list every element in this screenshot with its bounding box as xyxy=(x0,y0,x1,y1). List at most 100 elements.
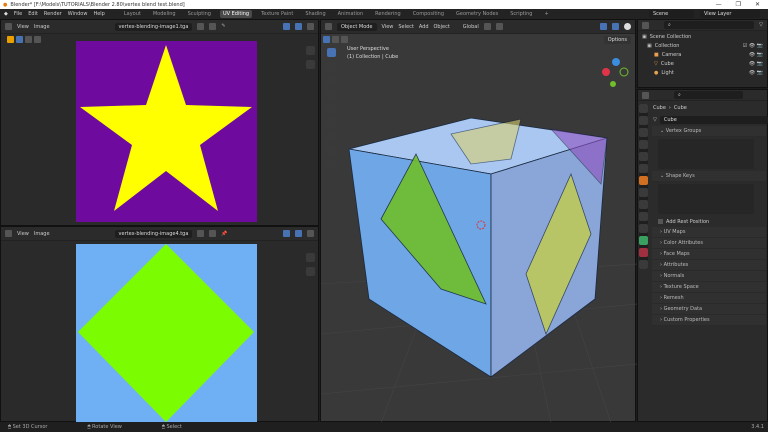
new-image-icon[interactable] xyxy=(197,23,205,30)
tab-shading[interactable]: Shading xyxy=(302,10,328,18)
outliner-row[interactable]: ▣ Scene Collection xyxy=(642,32,763,41)
editor-type-icon[interactable] xyxy=(642,91,649,99)
sync-selection-icon[interactable] xyxy=(7,36,14,43)
tab-uv-editing[interactable]: UV Editing xyxy=(219,10,253,18)
editor-type-icon[interactable] xyxy=(642,21,649,29)
axis-navigation-gizmo[interactable] xyxy=(602,58,629,87)
vertex-select-icon[interactable] xyxy=(16,36,23,43)
transform-tool-icon[interactable] xyxy=(327,118,336,127)
blender-menu-icon[interactable]: ◆ xyxy=(4,11,8,17)
panel-uv-maps[interactable]: › UV Maps xyxy=(652,227,766,238)
physics-tab-icon[interactable] xyxy=(639,212,648,221)
close-button[interactable]: ✕ xyxy=(755,1,760,8)
scale-tool-icon[interactable] xyxy=(327,104,336,113)
properties-editor[interactable]: ⌕ Cube › Cube ▽ Cube ⌄ Vertex Groups ⌄ Shap… xyxy=(637,89,768,422)
outliner-row[interactable]: ▽ Cube 👁 📷 xyxy=(642,59,763,68)
cursor-tool-icon[interactable] xyxy=(327,62,336,71)
annotate-tool-icon[interactable] xyxy=(327,132,336,141)
gizmo-icon[interactable] xyxy=(283,23,290,30)
select-box-mode-icon[interactable] xyxy=(323,36,330,43)
tab-layout[interactable]: Layout xyxy=(121,10,144,18)
add-menu[interactable]: Add xyxy=(419,24,429,30)
display-icon[interactable] xyxy=(307,230,314,237)
material-tab-icon[interactable] xyxy=(639,248,648,257)
menu-file[interactable]: File xyxy=(14,11,22,17)
panel-color-attributes[interactable]: › Color Attributes xyxy=(652,238,766,249)
pan-hand-icon[interactable] xyxy=(306,267,315,276)
add-workspace-button[interactable]: + xyxy=(541,10,551,18)
panel-face-maps[interactable]: › Face Maps xyxy=(652,249,766,260)
tab-animation[interactable]: Animation xyxy=(335,10,367,18)
output-tab-icon[interactable] xyxy=(639,128,648,137)
world-tab-icon[interactable] xyxy=(639,164,648,173)
snap-icon[interactable] xyxy=(495,23,503,30)
overlay-icon[interactable] xyxy=(295,230,302,237)
pin-icon[interactable]: 📌 xyxy=(221,231,227,237)
open-image-icon[interactable] xyxy=(209,230,217,237)
panel-texture-space[interactable]: › Texture Space xyxy=(652,282,766,293)
filter-icon[interactable]: ▽ xyxy=(759,22,763,28)
tab-geometry-nodes[interactable]: Geometry Nodes xyxy=(453,10,501,18)
image-name-field[interactable]: vertex-blending-image4.tga xyxy=(114,229,193,238)
editor-type-icon[interactable] xyxy=(5,230,12,237)
editor-type-icon[interactable] xyxy=(5,23,12,30)
add-cube-tool-icon[interactable] xyxy=(327,160,336,169)
modifier-tab-icon[interactable] xyxy=(639,188,648,197)
scene-tab-icon[interactable] xyxy=(639,152,648,161)
select-tool-icon[interactable] xyxy=(327,48,336,57)
panel-normals[interactable]: › Normals xyxy=(652,271,766,282)
display-icon[interactable] xyxy=(307,23,314,30)
gizmo-icon[interactable] xyxy=(283,230,290,237)
image-editor-bottom[interactable]: View Image vertex-blending-image4.tga 📌 xyxy=(0,226,319,423)
mesh-name-field[interactable]: Cube xyxy=(659,116,768,124)
visibility-icons[interactable]: ☑ 👁 📷 xyxy=(743,43,763,49)
outliner-search[interactable]: ⌕ xyxy=(664,21,755,29)
edge-select-icon[interactable] xyxy=(25,36,32,43)
face-select-icon[interactable] xyxy=(34,36,41,43)
view-layer-selector[interactable]: View Layer xyxy=(700,10,760,18)
measure-tool-icon[interactable] xyxy=(327,146,336,155)
zoom-icon[interactable] xyxy=(306,253,315,262)
rotate-tool-icon[interactable] xyxy=(327,90,336,99)
properties-search[interactable]: ⌕ xyxy=(674,91,743,99)
shape-keys-list[interactable] xyxy=(658,184,754,214)
options-dropdown[interactable]: Options xyxy=(603,36,631,44)
tab-scripting[interactable]: Scripting xyxy=(507,10,535,18)
scene-selector[interactable]: Scene xyxy=(649,10,694,18)
particles-tab-icon[interactable] xyxy=(639,200,648,209)
panel-remesh[interactable]: › Remesh xyxy=(652,293,766,304)
pin-icon[interactable]: ✎ xyxy=(221,23,228,30)
view-menu[interactable]: View xyxy=(382,24,394,30)
outliner-row[interactable]: ● Light 👁 📷 xyxy=(642,68,763,77)
editor-type-icon[interactable] xyxy=(325,23,332,30)
move-tool-icon[interactable] xyxy=(327,76,336,85)
data-tab-icon[interactable] xyxy=(639,236,648,245)
image-canvas-star[interactable] xyxy=(76,41,257,222)
object-tab-icon[interactable] xyxy=(639,176,648,185)
tab-rendering[interactable]: Rendering xyxy=(372,10,404,18)
visibility-icons[interactable]: 👁 📷 xyxy=(749,70,763,76)
image-name-field[interactable]: vertex-blending-image1.tga xyxy=(114,22,193,31)
tab-texture-paint[interactable]: Texture Paint xyxy=(258,10,296,18)
menu-render[interactable]: Render xyxy=(44,11,62,17)
tab-compositing[interactable]: Compositing xyxy=(410,10,447,18)
checkbox-icon[interactable] xyxy=(658,219,663,224)
menu-window[interactable]: Window xyxy=(68,11,88,17)
shading-solid-icon[interactable] xyxy=(624,23,631,30)
overlay-icon[interactable] xyxy=(295,23,302,30)
zoom-icon[interactable] xyxy=(306,46,315,55)
overlay-icon[interactable] xyxy=(612,23,619,30)
outliner[interactable]: ⌕ ▽ ▣ Scene Collection ▣ Collection ☑ 👁 📷 ■ C… xyxy=(637,19,768,88)
menu-edit[interactable]: Edit xyxy=(28,11,38,17)
image-canvas-diamond[interactable] xyxy=(76,244,257,423)
texture-tab-icon[interactable] xyxy=(639,260,648,269)
extend-mode-icon[interactable] xyxy=(332,36,339,43)
panel-geometry-data[interactable]: › Geometry Data xyxy=(652,304,766,315)
view-menu[interactable]: View xyxy=(17,24,29,30)
visibility-icons[interactable]: 👁 📷 xyxy=(749,61,763,67)
3d-viewport[interactable]: Object Mode View Select Add Object Globa… xyxy=(320,19,637,423)
image-menu[interactable]: Image xyxy=(34,231,50,237)
vertex-groups-list[interactable] xyxy=(658,139,754,169)
outliner-row[interactable]: ▣ Collection ☑ 👁 📷 xyxy=(642,41,763,50)
outliner-row[interactable]: ■ Camera 👁 📷 xyxy=(642,50,763,59)
